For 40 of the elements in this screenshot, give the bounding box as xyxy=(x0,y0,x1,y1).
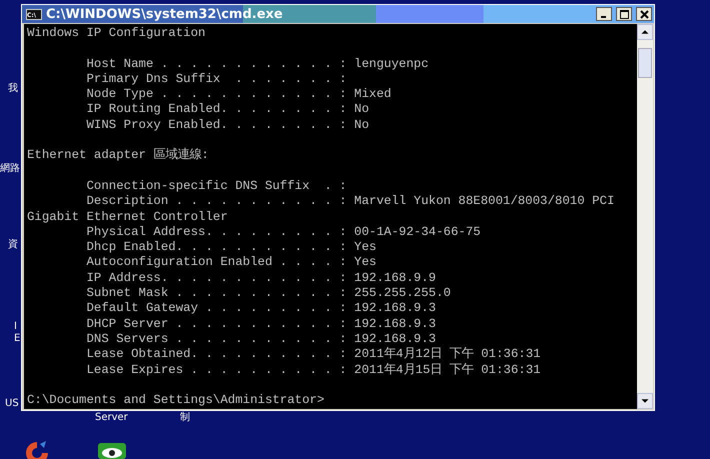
eye-icon[interactable] xyxy=(98,443,126,459)
scroll-down-icon[interactable] xyxy=(637,393,653,409)
console-line: Windows IP Configuration xyxy=(27,26,206,40)
scroll-up-icon[interactable] xyxy=(637,24,653,40)
desktop-icon-label: 我 xyxy=(8,82,18,95)
console-line: Connection-specific DNS Suffix . : xyxy=(85,178,347,193)
console-line: Gigabit Ethernet Controller xyxy=(27,210,228,224)
console-line: Dhcp Enabled. . . . . . . . . . . : Yes xyxy=(85,240,376,254)
browser-icon[interactable] xyxy=(24,440,50,459)
console-line: C:\Documents and Settings\Administrator> xyxy=(27,393,324,408)
console-line: Autoconfiguration Enabled . . . . : Yes xyxy=(85,255,376,270)
desktop-icon-label: E xyxy=(14,332,20,345)
desktop-icon-label: I xyxy=(14,320,17,333)
console-line: IP Address. . . . . . . . . . . . : 192.168.9.9 xyxy=(85,270,436,285)
console-line: DNS Servers . . . . . . . . . . . : 192.168.9.3 xyxy=(85,332,436,346)
console-line: Ethernet adapter 區域連線: xyxy=(27,148,209,162)
desktop-icon-label: Server xyxy=(95,411,128,424)
desktop-icon-label: 制 xyxy=(180,411,190,424)
console-line: Lease Obtained. . . . . . . . . . : 2011年4月12日 下午 01:36:31 xyxy=(85,347,541,362)
console-line: Lease Expires . . . . . . . . . . : 2011年4月15日 下午 01:36:31 xyxy=(85,362,541,377)
console-line: Subnet Mask . . . . . . . . . . . : 255.255.255.0 xyxy=(85,286,451,300)
console-line: Default Gateway . . . . . . . . . : 192.168.9.3 xyxy=(85,301,436,316)
console-line: WINS Proxy Enabled. . . . . . . . : No xyxy=(85,118,370,132)
console-line: IP Routing Enabled. . . . . . . . : No xyxy=(85,102,370,116)
scrollbar-thumb[interactable] xyxy=(638,48,652,78)
console-line: Description . . . . . . . . . . . : Marvell Yukon 88E8001/8003/8010 PCI xyxy=(85,194,614,208)
maximize-button[interactable] xyxy=(616,7,632,21)
desktop-icon-label: 網路 xyxy=(0,162,20,175)
console-line: Primary Dns Suffix . . . . . . . : xyxy=(85,72,347,86)
console-line: DHCP Server . . . . . . . . . . . : 192.168.9.3 xyxy=(85,316,436,331)
desktop-icon-label: 資 xyxy=(8,238,18,251)
maximize-icon xyxy=(620,10,628,18)
window-title: C:\WINDOWS\system32\cmd.exe xyxy=(46,6,284,22)
console-line: Node Type . . . . . . . . . . . . : Mixed xyxy=(85,87,392,102)
console-line: Physical Address. . . . . . . . . : 00-1A-92-34-66-75 xyxy=(85,224,481,239)
close-icon xyxy=(640,10,648,18)
console-line: Host Name . . . . . . . . . . . . : lenguyenpc xyxy=(85,56,429,71)
minimize-button[interactable] xyxy=(596,7,612,21)
close-button[interactable] xyxy=(636,7,652,21)
desktop-icon-label: US xyxy=(5,397,19,410)
